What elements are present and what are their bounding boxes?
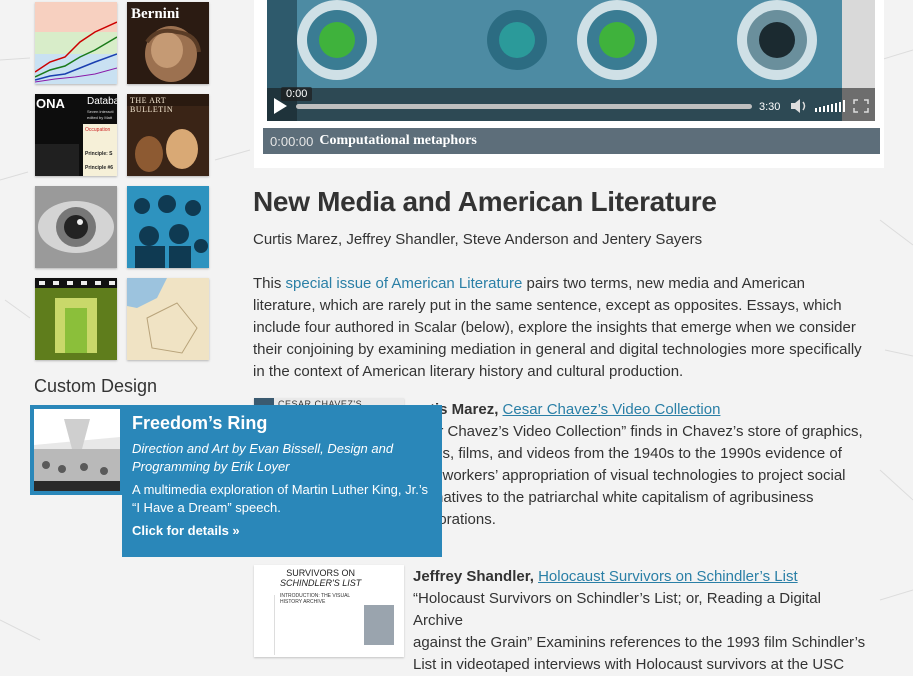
chart-image <box>35 2 117 84</box>
fullscreen-icon[interactable] <box>853 99 869 113</box>
thumb-chart[interactable] <box>35 2 117 84</box>
thumb-text: Seven interacti <box>87 109 114 114</box>
volume-slider[interactable] <box>815 98 847 114</box>
thumb-bernini[interactable]: Bernini <box>127 2 209 84</box>
entry-thumb-sidebar <box>256 595 275 655</box>
article-authors: Curtis Marez, Jeffrey Shandler, Steve An… <box>253 231 703 248</box>
media-caption-bar: 0:00:00 Computational metaphors <box>263 128 880 154</box>
map-image <box>127 278 209 360</box>
thumb-title: Bernini <box>131 6 180 22</box>
entry-text-line: List in videotaped interviews with Holoc… <box>413 656 845 673</box>
special-issue-link[interactable]: special issue of American Literature <box>286 275 523 292</box>
section-heading-custom-design: Custom Design <box>34 376 158 396</box>
thumb-title-line: SCHINDLER'S LIST <box>280 578 362 588</box>
featured-popup[interactable]: Freedom’s Ring Direction and Art by Evan… <box>122 405 442 557</box>
volume-icon[interactable] <box>789 98 809 114</box>
thumb-map[interactable] <box>127 278 209 360</box>
thumb-eye[interactable] <box>35 186 117 268</box>
thumb-title: THE ART BULLETIN <box>130 96 174 114</box>
thumb-text: Occupation <box>85 127 111 133</box>
freedoms-ring-image <box>34 409 120 491</box>
popup-credits: Direction and Art by Evan Bissell, Desig… <box>132 441 394 474</box>
page-title: New Media and American Literature <box>253 186 717 217</box>
entry-thumbnail-schindler[interactable]: SURVIVORS ON SCHINDLER'S LIST INTRODUCTI… <box>254 565 404 657</box>
thumb-database[interactable]: ONA Databa Seven interacti edited by Mat… <box>35 94 117 176</box>
intro-paragraph: This special issue of American Literatur… <box>253 273 868 383</box>
popup-thumbnail-frame[interactable] <box>30 405 126 495</box>
popup-title: Freedom’s Ring <box>132 413 268 433</box>
film-image <box>35 278 117 360</box>
thumb-text: Principle #6 <box>85 165 114 171</box>
progress-bar[interactable] <box>296 104 752 109</box>
thumb-heading: INTRODUCTION: THE VISUAL HISTORY ARCHIVE <box>280 593 351 605</box>
caption-title: Computational metaphors <box>319 133 477 148</box>
entry-link-chavez[interactable]: Cesar Chavez’s Video Collection <box>503 401 721 418</box>
crowd-image <box>127 186 209 268</box>
entry-heading: tis Marez, Cesar Chavez’s Video Collecti… <box>430 401 720 418</box>
entry-thumb-title: SURVIVORS ON SCHINDLER'S LIST <box>280 568 361 588</box>
entry-text-line: ar Chavez’s Video Collection” finds in C… <box>430 423 863 440</box>
duration-label: 3:30 <box>759 101 781 113</box>
video-frame[interactable] <box>267 0 875 121</box>
thumb-art-bulletin[interactable]: THE ART BULLETIN <box>127 94 209 176</box>
thumb-title: ONA <box>36 96 65 111</box>
entry-description: “Holocaust Survivors on Schindler’s List… <box>413 588 868 676</box>
play-icon[interactable] <box>272 97 288 115</box>
thumb-title-line: SURVIVORS ON <box>286 568 356 578</box>
entry-text-line: tos, films, and videos from the 1940s to… <box>430 445 842 462</box>
caption-timestamp: 0:00:00 <box>270 133 314 149</box>
entry-text-line: porations. <box>430 511 496 528</box>
thumb-subtitle: Databa <box>87 96 117 107</box>
video-still <box>267 0 875 121</box>
popup-description: A multimedia exploration of Martin Luthe… <box>132 482 429 515</box>
thumb-film[interactable] <box>35 278 117 360</box>
details-link[interactable]: Click for details » <box>132 523 240 538</box>
eye-image <box>35 186 117 268</box>
entry-text-line: “Holocaust Survivors on Schindler’s List… <box>413 590 821 629</box>
thumb-text: edited by Matt <box>87 115 113 120</box>
entry-description: ar Chavez’s Video Collection” finds in C… <box>430 421 885 531</box>
entry-text-line: n workers’ appropriation of visual techn… <box>430 467 846 484</box>
entry-text-line: against the Grain” Examinins references … <box>413 634 866 651</box>
entry-author: Jeffrey Shandler, <box>413 568 534 585</box>
entry-thumb-image <box>364 605 394 645</box>
freedoms-ring-thumbnail <box>34 409 120 491</box>
entry-heading: Jeffrey Shandler, Holocaust Survivors on… <box>413 568 798 585</box>
thumb-text: Principle: S <box>85 151 113 157</box>
thumb-crowd[interactable] <box>127 186 209 268</box>
entry-link-schindler[interactable]: Holocaust Survivors on Schindler’s List <box>538 568 798 585</box>
entry-text-line: rnatives to the patriarchal white capita… <box>430 489 814 506</box>
intro-text: This <box>253 275 286 292</box>
